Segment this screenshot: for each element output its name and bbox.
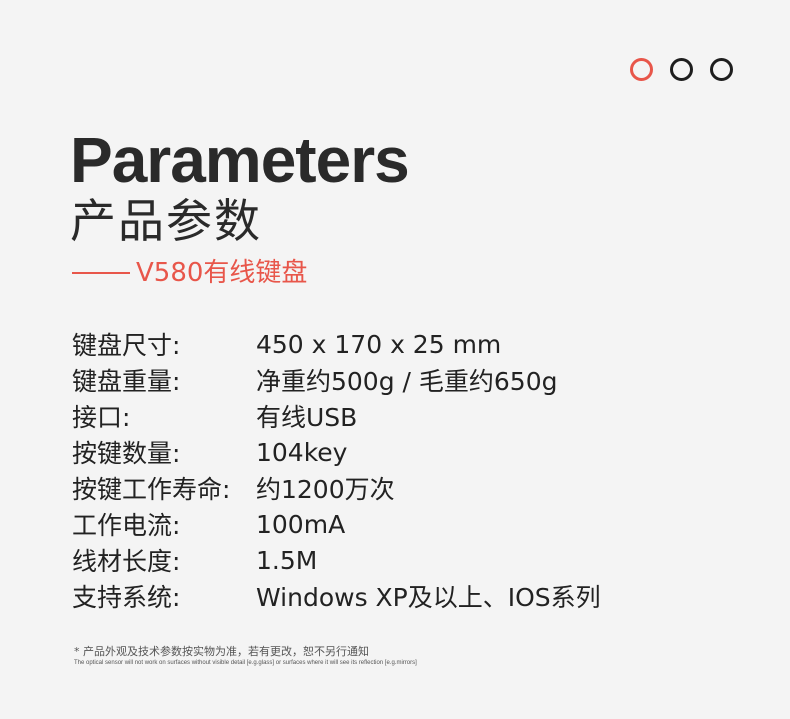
param-value: 450 x 170 x 25 mm [256,329,502,359]
param-value: 有线USB [256,403,358,432]
disclaimer-cn: * 产品外观及技术参数按实物为准，若有更改，恕不另行通知 [74,645,369,658]
disclaimer-en: The optical sensor will not work on surf… [74,660,417,666]
param-row: 接口: 有线USB [72,398,712,434]
param-row: 线材长度: 1.5M [72,542,712,578]
pager-dots [630,58,733,81]
param-row: 支持系统: Windows XP及以上、IOS系列 [72,578,712,614]
param-label: 按键数量: [72,439,181,468]
param-value: 约1200万次 [256,475,395,504]
param-value: 净重约500g / 毛重约650g [256,367,558,396]
parameter-list: 键盘尺寸: 450 x 170 x 25 mm 键盘重量: 净重约500g / … [72,326,712,614]
param-label: 线材长度: [72,547,181,576]
page-title-cn: 产品参数 [70,194,262,248]
subtitle-dash [72,272,130,274]
param-label: 键盘尺寸: [72,331,181,360]
param-label: 支持系统: [72,583,181,612]
product-subtitle: V580有线键盘 [72,260,307,286]
param-row: 按键数量: 104key [72,434,712,470]
param-value: 104key [256,437,348,467]
param-row: 工作电流: 100mA [72,506,712,542]
param-label: 工作电流: [72,511,181,540]
param-value: Windows XP及以上、IOS系列 [256,583,601,612]
pager-dot-1[interactable] [630,58,653,81]
param-row: 键盘尺寸: 450 x 170 x 25 mm [72,326,712,362]
page-title-en: Parameters [70,124,410,196]
param-row: 键盘重量: 净重约500g / 毛重约650g [72,362,712,398]
param-label: 键盘重量: [72,367,181,396]
param-value: 1.5M [256,545,318,575]
param-value: 100mA [256,509,346,539]
param-label: 接口: [72,403,131,432]
product-name: V580有线键盘 [136,258,308,288]
param-row: 按键工作寿命: 约1200万次 [72,470,712,506]
param-label: 按键工作寿命: [72,475,231,504]
pager-dot-2[interactable] [670,58,693,81]
pager-dot-3[interactable] [710,58,733,81]
